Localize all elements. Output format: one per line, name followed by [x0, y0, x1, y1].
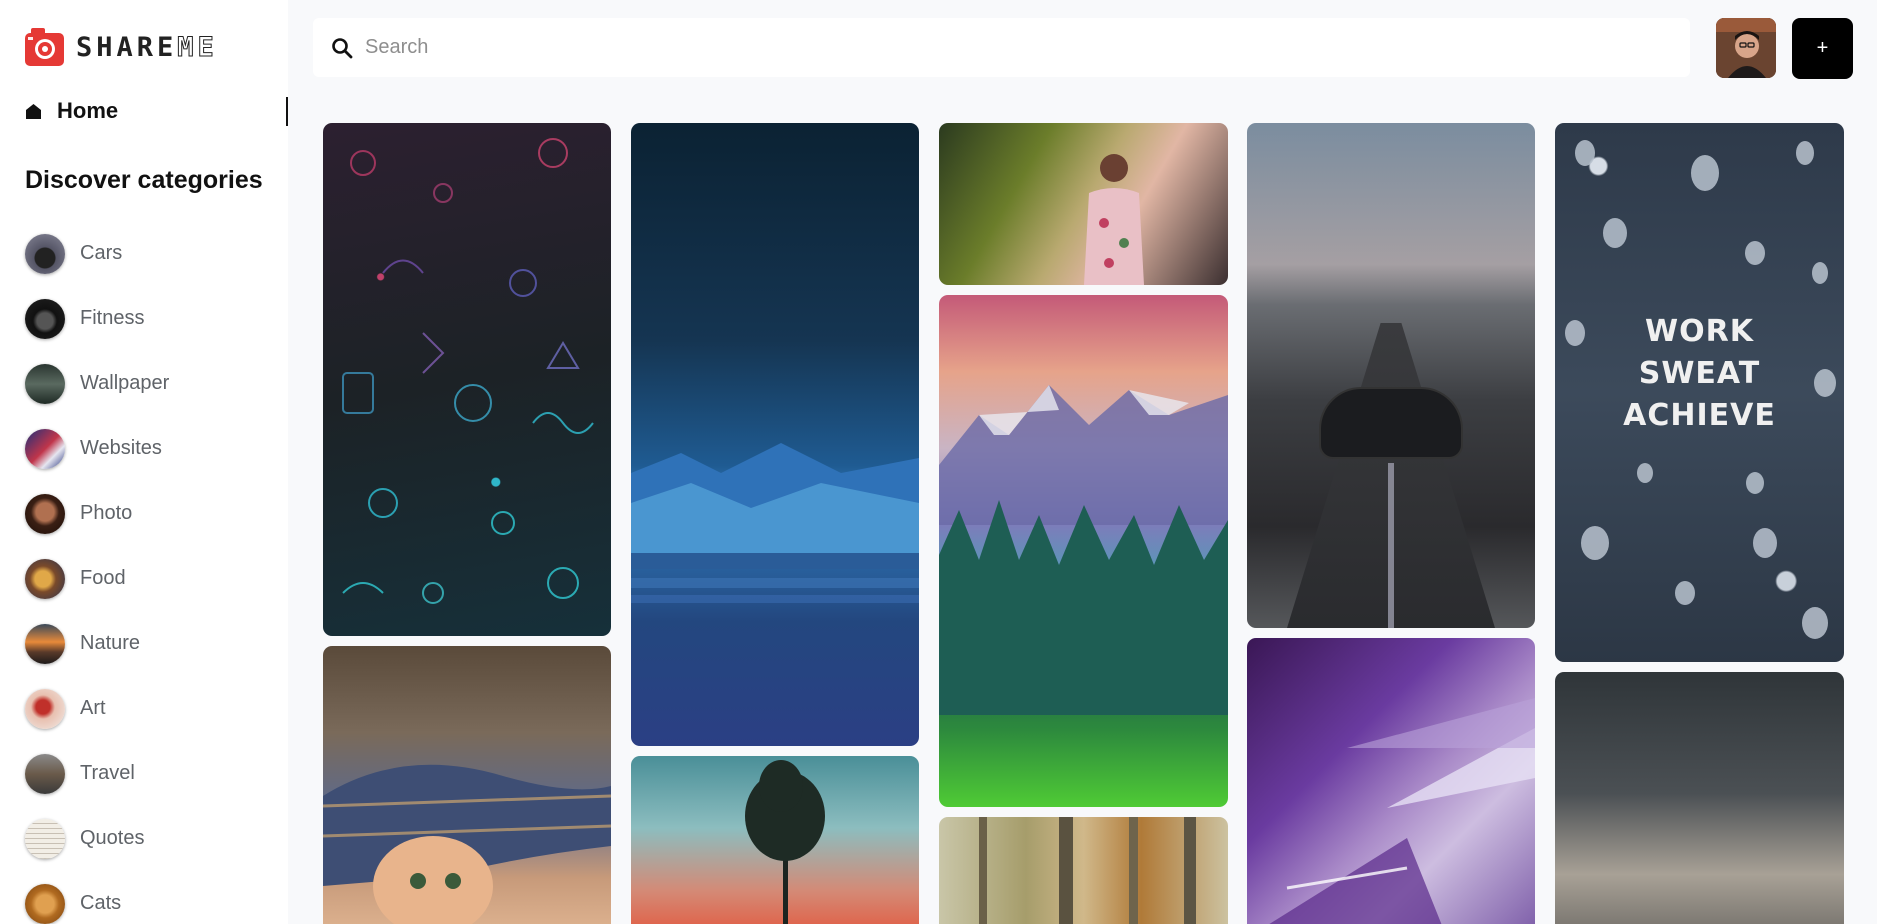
- logo-text-outline: ME: [177, 31, 218, 63]
- sidebar-item-label: Websites: [80, 437, 162, 459]
- doodle-pattern: [342, 138, 594, 604]
- search-bar[interactable]: [313, 18, 1690, 77]
- pin-card-woman-flowers[interactable]: [939, 123, 1228, 285]
- logo-text-solid: SHARE: [76, 31, 178, 63]
- quote-text: WORK SWEAT ACHIEVE: [1555, 311, 1844, 437]
- pin-card-water-drops-quote[interactable]: WORK SWEAT ACHIEVE: [1555, 123, 1844, 662]
- landscape-photo: [939, 385, 1228, 715]
- sidebar-item-food[interactable]: Food: [25, 546, 169, 611]
- sidebar-item-label: Photo: [80, 502, 133, 524]
- sidebar-item-nature[interactable]: Nature: [25, 611, 169, 676]
- forest-painting: [979, 817, 1196, 924]
- quote-line: SWEAT: [1638, 356, 1761, 391]
- sidebar: SHAREME Home Discover categories Cars Fi…: [0, 0, 288, 924]
- plus-icon: +: [1816, 37, 1829, 59]
- category-avatar: [25, 688, 65, 729]
- category-avatar: [25, 428, 65, 469]
- sidebar-item-label: Fitness: [80, 307, 145, 329]
- abstract-burst: [1269, 698, 1535, 924]
- category-avatar: [25, 818, 65, 859]
- camera-logo-icon: [25, 28, 64, 66]
- pin-card-purple-abstract[interactable]: [1247, 638, 1535, 924]
- sidebar-item-cars[interactable]: Cars: [25, 221, 169, 286]
- search-icon: [332, 37, 353, 58]
- sidebar-item-label: Food: [80, 567, 126, 589]
- category-avatar: [25, 753, 65, 794]
- tree-photo: [745, 760, 825, 924]
- category-avatar: [25, 298, 65, 339]
- quote-line: WORK: [1645, 314, 1754, 349]
- category-avatar: [25, 363, 65, 404]
- sidebar-item-label: Quotes: [80, 827, 145, 849]
- sidebar-item-fitness[interactable]: Fitness: [25, 286, 169, 351]
- car-shape: [1321, 389, 1461, 457]
- category-list: Cars Fitness Wallpaper Websites Photo Fo…: [25, 221, 169, 924]
- create-pin-button[interactable]: +: [1792, 18, 1853, 79]
- active-indicator: [286, 97, 288, 126]
- search-input[interactable]: [365, 36, 1665, 59]
- app-logo[interactable]: SHAREME: [25, 28, 218, 66]
- pin-card-cloudy-sky[interactable]: [1555, 672, 1844, 924]
- sidebar-item-label: Art: [80, 697, 106, 719]
- sidebar-item-photo[interactable]: Photo: [25, 481, 169, 546]
- home-icon: [26, 103, 41, 119]
- sidebar-item-websites[interactable]: Websites: [25, 416, 169, 481]
- sidebar-item-label: Travel: [80, 762, 135, 784]
- profile-photo: [1716, 18, 1776, 78]
- user-avatar[interactable]: [1716, 18, 1776, 78]
- sidebar-item-label: Home: [57, 98, 119, 123]
- sidebar-item-quotes[interactable]: Quotes: [25, 806, 169, 871]
- road-line: [1388, 463, 1394, 628]
- sidebar-item-label: Nature: [80, 632, 141, 654]
- logo-text: SHAREME: [76, 31, 218, 63]
- kitten-photo: [323, 764, 611, 924]
- pin-card-sports-car[interactable]: [1247, 123, 1535, 628]
- pin-card-doodle-wallpaper[interactable]: [323, 123, 611, 636]
- portrait-photo: [1084, 154, 1144, 285]
- sidebar-item-wallpaper[interactable]: Wallpaper: [25, 351, 169, 416]
- category-avatar: [25, 623, 65, 664]
- discover-categories-heading: Discover categories: [25, 166, 263, 194]
- pin-card-autumn-forest[interactable]: [939, 817, 1228, 924]
- mountain-shapes: [631, 443, 919, 603]
- sidebar-item-cats[interactable]: Cats: [25, 871, 169, 924]
- pin-card-mountain-forest[interactable]: [939, 295, 1228, 807]
- category-avatar: [25, 883, 65, 924]
- sidebar-item-home[interactable]: Home: [25, 98, 118, 124]
- sidebar-item-travel[interactable]: Travel: [25, 741, 169, 806]
- pin-card-kitten[interactable]: [323, 646, 611, 924]
- sidebar-item-label: Cats: [80, 892, 122, 914]
- sidebar-item-label: Wallpaper: [80, 372, 170, 394]
- category-avatar: [25, 233, 65, 274]
- pin-card-tree-sunset[interactable]: [631, 756, 919, 924]
- sidebar-item-label: Cars: [80, 242, 123, 264]
- quote-line: ACHIEVE: [1623, 398, 1776, 433]
- category-avatar: [25, 493, 65, 534]
- pin-card-night-mountains[interactable]: [631, 123, 919, 746]
- sidebar-item-art[interactable]: Art: [25, 676, 169, 741]
- category-avatar: [25, 558, 65, 599]
